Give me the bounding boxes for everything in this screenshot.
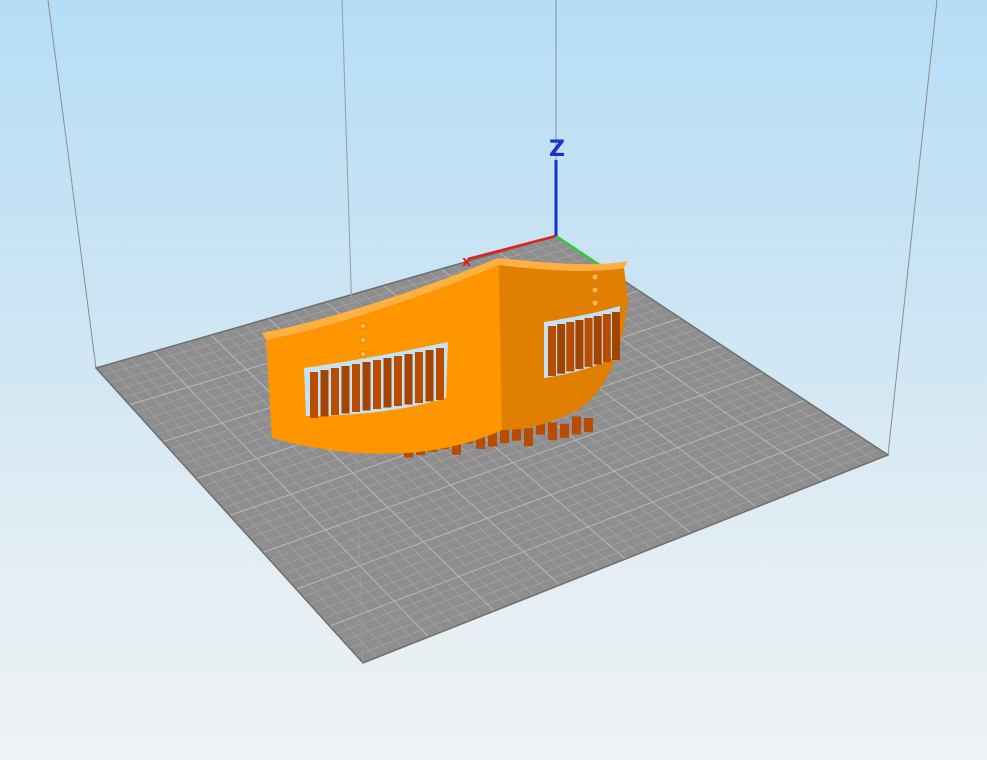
support-fin xyxy=(341,366,350,414)
support-fin xyxy=(575,320,584,370)
build-volume-edge-left xyxy=(47,0,97,369)
support-block xyxy=(524,428,533,447)
peg xyxy=(591,286,599,294)
support-fin xyxy=(331,368,339,415)
peg xyxy=(591,273,599,281)
z-axis-label: Z xyxy=(549,137,565,162)
support-block xyxy=(572,416,581,435)
3d-viewport[interactable]: Z x xyxy=(0,0,987,760)
support-block xyxy=(584,417,593,432)
support-fin xyxy=(425,350,434,402)
support-fin xyxy=(557,324,566,374)
support-fin xyxy=(310,372,318,418)
support-fin xyxy=(602,314,611,363)
support-fin xyxy=(415,352,423,403)
peg xyxy=(359,350,367,358)
support-block xyxy=(560,423,569,438)
x-axis-label: x xyxy=(462,254,471,270)
support-fin xyxy=(566,322,575,372)
support-fin xyxy=(584,318,593,367)
build-volume-edge-right xyxy=(887,0,938,456)
support-fin xyxy=(352,364,360,412)
support-fin xyxy=(362,362,371,411)
support-fin xyxy=(383,358,392,408)
support-fin xyxy=(593,316,602,365)
support-fin xyxy=(394,356,402,406)
peg xyxy=(359,322,367,330)
model-part[interactable] xyxy=(262,258,628,458)
support-fin xyxy=(436,348,444,400)
scene-canvas[interactable]: Z x xyxy=(0,0,987,760)
support-fin xyxy=(373,360,381,409)
support-fin xyxy=(548,326,556,376)
support-fin xyxy=(320,370,329,417)
peg xyxy=(359,336,367,344)
support-fin xyxy=(404,354,413,405)
support-block xyxy=(548,422,557,441)
peg xyxy=(591,299,599,307)
support-fin xyxy=(612,312,620,360)
